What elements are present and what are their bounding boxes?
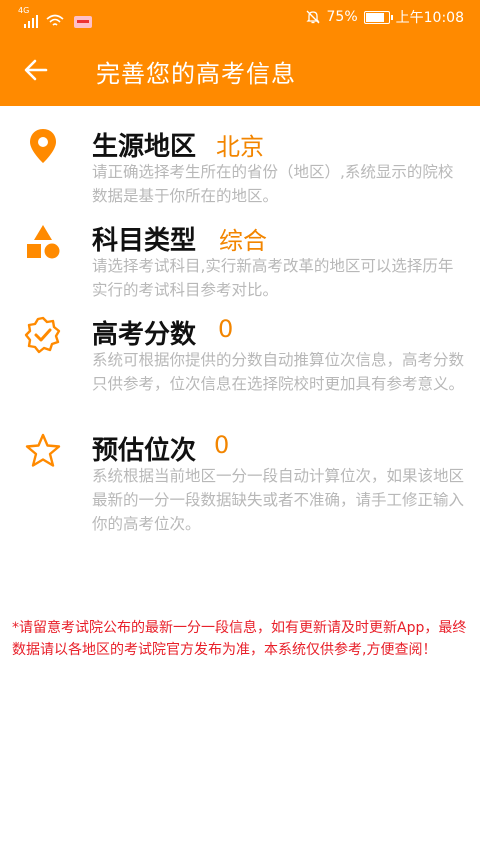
region-value[interactable]: 北京 (216, 127, 264, 162)
signal-icon (24, 14, 38, 28)
setting-item-rank[interactable]: 预估位次 0 系统根据当前地区一分一段自动计算位次，如果该地区最新的一分一段数据… (0, 426, 480, 536)
clock: 上午10:08 (395, 10, 464, 26)
verified-badge-icon (24, 316, 61, 354)
app-notification-icon (74, 16, 92, 28)
status-left: 4G (18, 6, 92, 28)
subject-value[interactable]: 综合 (219, 221, 267, 256)
item-label: 高考分数 (92, 320, 197, 350)
status-right: 75% 上午10:08 (305, 7, 464, 27)
back-arrow-icon[interactable] (22, 56, 50, 84)
app-bar: 完善您的高考信息 (0, 34, 480, 106)
item-label: 生源地区 (92, 132, 197, 162)
wifi-icon (46, 14, 64, 26)
setting-item-region[interactable]: 生源地区 北京 请正确选择考生所在的省份（地区）,系统显示的院校数据是基于你所在… (0, 122, 480, 212)
item-description: 系统根据当前地区一分一段自动计算位次，如果该地区最新的一分一段数据缺失或者不准确… (92, 467, 465, 533)
page-title: 完善您的高考信息 (96, 60, 296, 88)
item-description: 系统可根据你提供的分数自动推算位次信息，高考分数只供参考，位次信息在选择院校时更… (92, 351, 465, 393)
setting-item-score[interactable]: 高考分数 0 系统可根据你提供的分数自动推算位次信息，高考分数只供参考，位次信息… (0, 310, 480, 420)
disclaimer-notice: *请留意考试院公布的最新一分一段信息，如有更新请及时更新App，最终数据请以各地… (12, 620, 467, 658)
star-icon (25, 433, 61, 467)
network-type: 4G (18, 6, 30, 15)
score-value[interactable]: 0 (218, 315, 233, 343)
shapes-icon (27, 225, 60, 259)
mute-bell-icon (305, 10, 320, 24)
item-label: 预估位次 (92, 436, 197, 466)
rank-value[interactable]: 0 (214, 431, 229, 459)
setting-item-subject[interactable]: 科目类型 综合 请选择考试科目,实行新高考改革的地区可以选择历年实行的考试科目参… (0, 216, 480, 306)
location-pin-icon (30, 129, 56, 163)
status-bar: 4G 75% 上午10:08 (0, 0, 480, 34)
item-description: 请选择考试科目,实行新高考改革的地区可以选择历年实行的考试科目参考对比。 (92, 257, 454, 299)
battery-percent: 75% (326, 9, 358, 25)
item-label: 科目类型 (92, 226, 197, 256)
item-description: 请正确选择考生所在的省份（地区）,系统显示的院校数据是基于你所在的地区。 (92, 163, 454, 205)
battery-icon (363, 10, 393, 24)
